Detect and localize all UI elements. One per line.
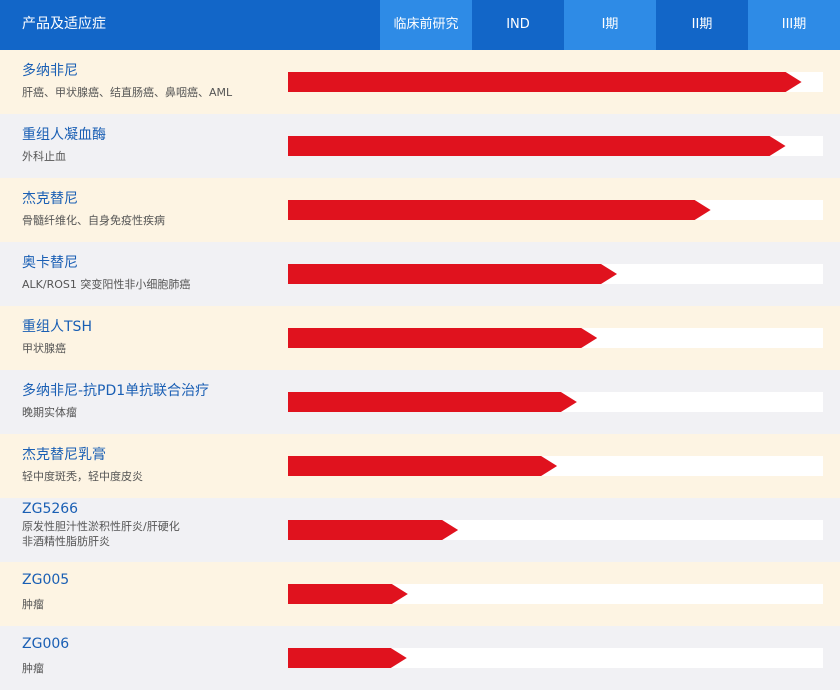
phase-3-header: III期 — [748, 0, 840, 50]
progress-track — [288, 520, 823, 540]
product-name: 多纳非尼-抗PD1单抗联合治疗 — [22, 383, 210, 399]
pipeline-row: ZG006 肿瘤 — [0, 626, 840, 690]
pipeline-header: 产品及适应症 临床前研究 IND I期 II期 III期 — [0, 0, 840, 50]
product-indication: 原发性胆汁性淤积性肝炎/肝硬化 非酒精性脂肪肝炎 — [22, 519, 180, 549]
product-indication: 骨髓纤维化、自身免疫性疾病 — [22, 214, 165, 227]
progress-track — [288, 264, 823, 284]
progress-arrow — [288, 392, 577, 412]
pipeline-row: ZG5266 原发性胆汁性淤积性肝炎/肝硬化 非酒精性脂肪肝炎 — [0, 498, 840, 562]
progress-arrow — [288, 584, 408, 604]
products-indications-column-header: 产品及适应症 — [22, 16, 106, 32]
product-name: 杰克替尼 — [22, 191, 78, 207]
progress-track — [288, 200, 823, 220]
product-name: 重组人凝血酶 — [22, 127, 106, 143]
product-indication: 轻中度斑秃，轻中度皮炎 — [22, 470, 143, 483]
product-indication: 甲状腺癌 — [22, 342, 66, 355]
pipeline-row: 杰克替尼 骨髓纤维化、自身免疫性疾病 — [0, 178, 840, 242]
product-indication-line: 非酒精性脂肪肝炎 — [22, 535, 110, 548]
progress-track — [288, 72, 823, 92]
pipeline-row: 奥卡替尼 ALK/ROS1 突变阳性非小细胞肺癌 — [0, 242, 840, 306]
product-indication: 晚期实体瘤 — [22, 406, 77, 419]
progress-track — [288, 456, 823, 476]
product-indication: ALK/ROS1 突变阳性非小细胞肺癌 — [22, 278, 191, 291]
phase-preclinical-header: 临床前研究 — [380, 0, 472, 50]
product-name: 多纳非尼 — [22, 63, 78, 79]
product-indication: 肝癌、甲状腺癌、结直肠癌、鼻咽癌、AML — [22, 86, 233, 99]
product-name: 杰克替尼乳膏 — [22, 447, 106, 463]
pipeline-row: 多纳非尼 肝癌、甲状腺癌、结直肠癌、鼻咽癌、AML — [0, 50, 840, 114]
product-name: ZG005 — [22, 572, 70, 588]
product-name: ZG006 — [22, 636, 70, 652]
product-name: ZG5266 — [22, 501, 79, 517]
pipeline-row: ZG005 肿瘤 — [0, 562, 840, 626]
progress-arrow — [288, 136, 786, 156]
phase-ind-header: IND — [472, 0, 564, 50]
progress-arrow — [288, 264, 617, 284]
progress-arrow — [288, 72, 802, 92]
product-name: 重组人TSH — [22, 319, 92, 335]
pipeline-row: 多纳非尼-抗PD1单抗联合治疗 晚期实体瘤 — [0, 370, 840, 434]
phase-2-header: II期 — [656, 0, 748, 50]
pipeline-row: 重组人TSH 甲状腺癌 — [0, 306, 840, 370]
progress-track — [288, 392, 823, 412]
pipeline-row: 杰克替尼乳膏 轻中度斑秃，轻中度皮炎 — [0, 434, 840, 498]
progress-arrow — [288, 456, 557, 476]
product-indication: 肿瘤 — [22, 662, 44, 675]
product-name: 奥卡替尼 — [22, 255, 78, 271]
progress-track — [288, 584, 823, 604]
progress-track — [288, 136, 823, 156]
progress-track — [288, 648, 823, 668]
progress-arrow — [288, 648, 407, 668]
progress-arrow — [288, 520, 458, 540]
product-indication: 肿瘤 — [22, 598, 44, 611]
product-indication: 外科止血 — [22, 150, 66, 163]
product-indication-line: 原发性胆汁性淤积性肝炎/肝硬化 — [22, 520, 180, 533]
progress-track — [288, 328, 823, 348]
progress-arrow — [288, 200, 711, 220]
progress-arrow — [288, 328, 597, 348]
phase-1-header: I期 — [564, 0, 656, 50]
pipeline-row: 重组人凝血酶 外科止血 — [0, 114, 840, 178]
